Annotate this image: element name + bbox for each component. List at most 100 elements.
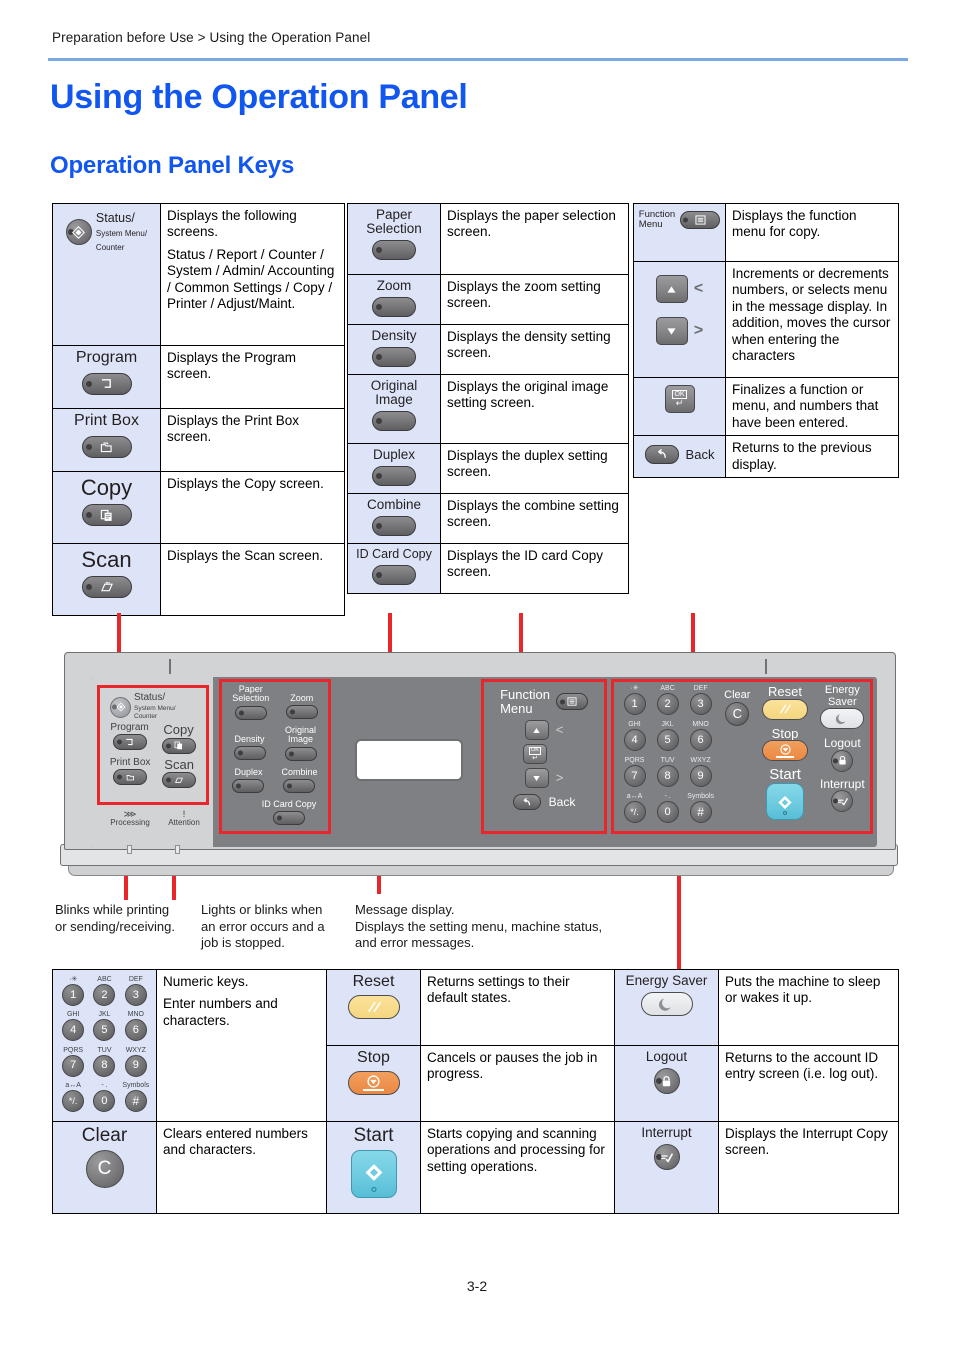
diagram-keypad-cell: TUV 8 — [651, 757, 684, 792]
desc-line: Displays the zoom setting screen. — [447, 279, 601, 311]
diagram-keypad-cell: - .0 — [651, 793, 684, 828]
scan-icon — [81, 576, 132, 599]
desc-cell-function-menu: Displays the function menu for copy. — [725, 203, 899, 262]
desc-line: Displays the original image setting scre… — [447, 379, 609, 411]
copy-icon — [81, 504, 132, 527]
density-key-icon — [372, 347, 416, 368]
diagram-label-status: Status/ — [134, 692, 166, 703]
diagram-clear-icon: C — [725, 701, 750, 726]
print-box-icon — [81, 435, 132, 458]
desc-line: Starts copying and scanning operations a… — [427, 1125, 605, 1174]
table-middle: Paper Selection Displays the paper selec… — [347, 203, 629, 594]
key-cell-back: Back — [633, 435, 726, 479]
diagram-label-duplex: Duplex — [234, 766, 263, 777]
page-title: Using the Operation Panel — [50, 78, 468, 116]
keypad-cell: MNO 6 — [120, 1011, 151, 1045]
key-label-original-2: Image — [375, 392, 413, 408]
key-label-start: Start — [353, 1124, 394, 1146]
table-row: Combine Displays the combine setting scr… — [347, 493, 629, 544]
clear-key-glyph: C — [97, 1158, 112, 1180]
desc-line: Displays the following screens. — [167, 208, 297, 240]
key-label-id-card-copy: ID Card Copy — [356, 547, 432, 561]
diagram-label-scan: Scan — [164, 756, 194, 772]
diagram-combine-icon — [283, 778, 316, 793]
arrow-down-icon — [655, 317, 688, 345]
panel-keys-surface: Status/ System Menu/ Counter Program Cop… — [91, 677, 877, 854]
table-row: Density Displays the density setting scr… — [347, 324, 629, 375]
diagram-back-icon — [512, 794, 541, 811]
caption-processing: Blinks while printing or sending/receivi… — [55, 902, 175, 934]
diagram-group-left: Status/ System Menu/ Counter Program Cop… — [97, 685, 209, 805]
desc-cell-logout: Returns to the account ID entry screen (… — [718, 1044, 899, 1122]
zoom-key-icon — [372, 297, 416, 318]
keypad-cell: GHI 4 — [58, 1011, 89, 1045]
desc-line: Displays the ID card Copy screen. — [447, 548, 604, 580]
paper-selection-key-icon — [372, 240, 416, 261]
diagram-label-program: Program — [110, 722, 149, 734]
table-row: Original Image Displays the original ima… — [347, 374, 629, 444]
diagram-label-original-2: Image — [287, 734, 313, 745]
key-cell-function-menu: Function Menu — [633, 203, 726, 262]
key-cell-combine: Combine — [347, 493, 441, 544]
key-label-print-box: Print Box — [74, 412, 139, 429]
key-cell-original-image: Original Image — [347, 374, 441, 444]
diagram-scan-icon — [162, 772, 197, 789]
diagram-paper-selection-icon — [234, 705, 267, 720]
keypad-cell: ABC 2 — [89, 976, 120, 1010]
duplex-key-icon — [372, 466, 416, 487]
desc-cell-status: Displays the following screens. Status /… — [160, 203, 345, 346]
diagram-keypad-cell: ABC 2 — [651, 685, 684, 720]
ok-enter-icon: OK ↵ — [664, 385, 695, 413]
diagram-keypad-cell: Symbols # — [684, 793, 717, 828]
table-row: Status/ System Menu/ Counter Displays th… — [52, 203, 345, 346]
stop-key-icon — [347, 1070, 400, 1095]
key-label-reset: Reset — [352, 973, 395, 990]
diagram-action-column: Reset Stop Start — [757, 685, 812, 828]
key-cell-numeric-keypad: ·✳ 1 ABC 2 DEF 3 GHI 4 JKL 5 MNO 6 PQRS 7 TUV 8 … — [52, 969, 157, 1122]
caption-message-display: Message display. Displays the setting me… — [355, 902, 603, 951]
diagram-keypad-cell: JKL 5 — [651, 721, 684, 756]
diagram-label-function-2: Menu — [500, 700, 533, 716]
logout-lock-icon — [653, 1068, 680, 1095]
key-label-logout: Logout — [645, 1048, 688, 1064]
desc-cell-scan: Displays the Scan screen. — [160, 543, 345, 616]
key-label-density: Density — [371, 328, 417, 343]
energy-saver-moon-icon — [640, 992, 693, 1017]
table-row: ·✳ 1 ABC 2 DEF 3 GHI 4 JKL 5 MNO 6 PQRS 7 TUV 8 … — [52, 969, 899, 1122]
desc-cell-paper-selection: Displays the paper selection screen. — [440, 203, 629, 275]
desc-cell-ok: Finalizes a function or menu, and number… — [725, 376, 899, 437]
numeric-keypad-icon: ·✳ 1 ABC 2 DEF 3 GHI 4 JKL 5 MNO 6 PQRS 7 TUV 8 … — [58, 976, 152, 1117]
id-card-copy-key-icon — [372, 565, 416, 586]
desc-line: Clears entered numbers and characters. — [163, 1125, 308, 1158]
desc-line: Returns to the account ID entry screen (… — [725, 1049, 879, 1082]
key-label-status-sub1: System Menu/ — [95, 229, 148, 239]
function-menu-icon — [680, 211, 721, 230]
diagram-group-keypad: ·✳ 1 ABC 2 DEF 3 GHI 4 JKL 5 MNO 6 PQRS 7 TUV 8 … — [611, 679, 873, 834]
diagram-ok-icon: OK ↵ — [523, 744, 547, 765]
desc-line: Displays the Scan screen. — [167, 548, 324, 563]
diagram-label-print-box: Print Box — [109, 756, 151, 768]
key-label-scan: Scan — [81, 547, 132, 572]
diagram-keypad-cell: MNO 6 — [684, 721, 717, 756]
diagram-status-icon — [110, 696, 131, 718]
diagram-density-icon — [233, 746, 266, 761]
diagram-function-menu-icon — [555, 693, 588, 711]
diagram-left-glyph: < — [555, 722, 564, 738]
key-label-duplex: Duplex — [372, 447, 416, 462]
key-label-copy: Copy — [80, 475, 133, 500]
desc-line: Displays the duplex setting screen. — [447, 448, 608, 480]
key-label-paper-2: Selection — [366, 221, 422, 237]
desc-cell-clear: Clears entered numbers and characters. — [156, 1120, 327, 1214]
table-row: < > Increments or decrements numbers, or… — [633, 261, 899, 378]
key-label-clear: Clear — [81, 1124, 128, 1146]
desc-line: Displays the Interrupt Copy screen. — [725, 1125, 888, 1158]
key-cell-scan: Scan — [52, 543, 161, 616]
processing-indicator-label: Processing — [110, 818, 150, 828]
diagram-label-id-card-copy: ID Card Copy — [261, 799, 317, 810]
diagram-group-copy-functions: Paper Selection Zoom Density Original Im… — [219, 679, 331, 834]
panel-seam-left — [169, 659, 171, 674]
key-cell-program: Program — [52, 345, 161, 409]
diagram-arrow-down-icon — [524, 768, 549, 789]
diagram-label-density: Density — [234, 733, 265, 744]
page-number: 3-2 — [466, 1278, 488, 1294]
